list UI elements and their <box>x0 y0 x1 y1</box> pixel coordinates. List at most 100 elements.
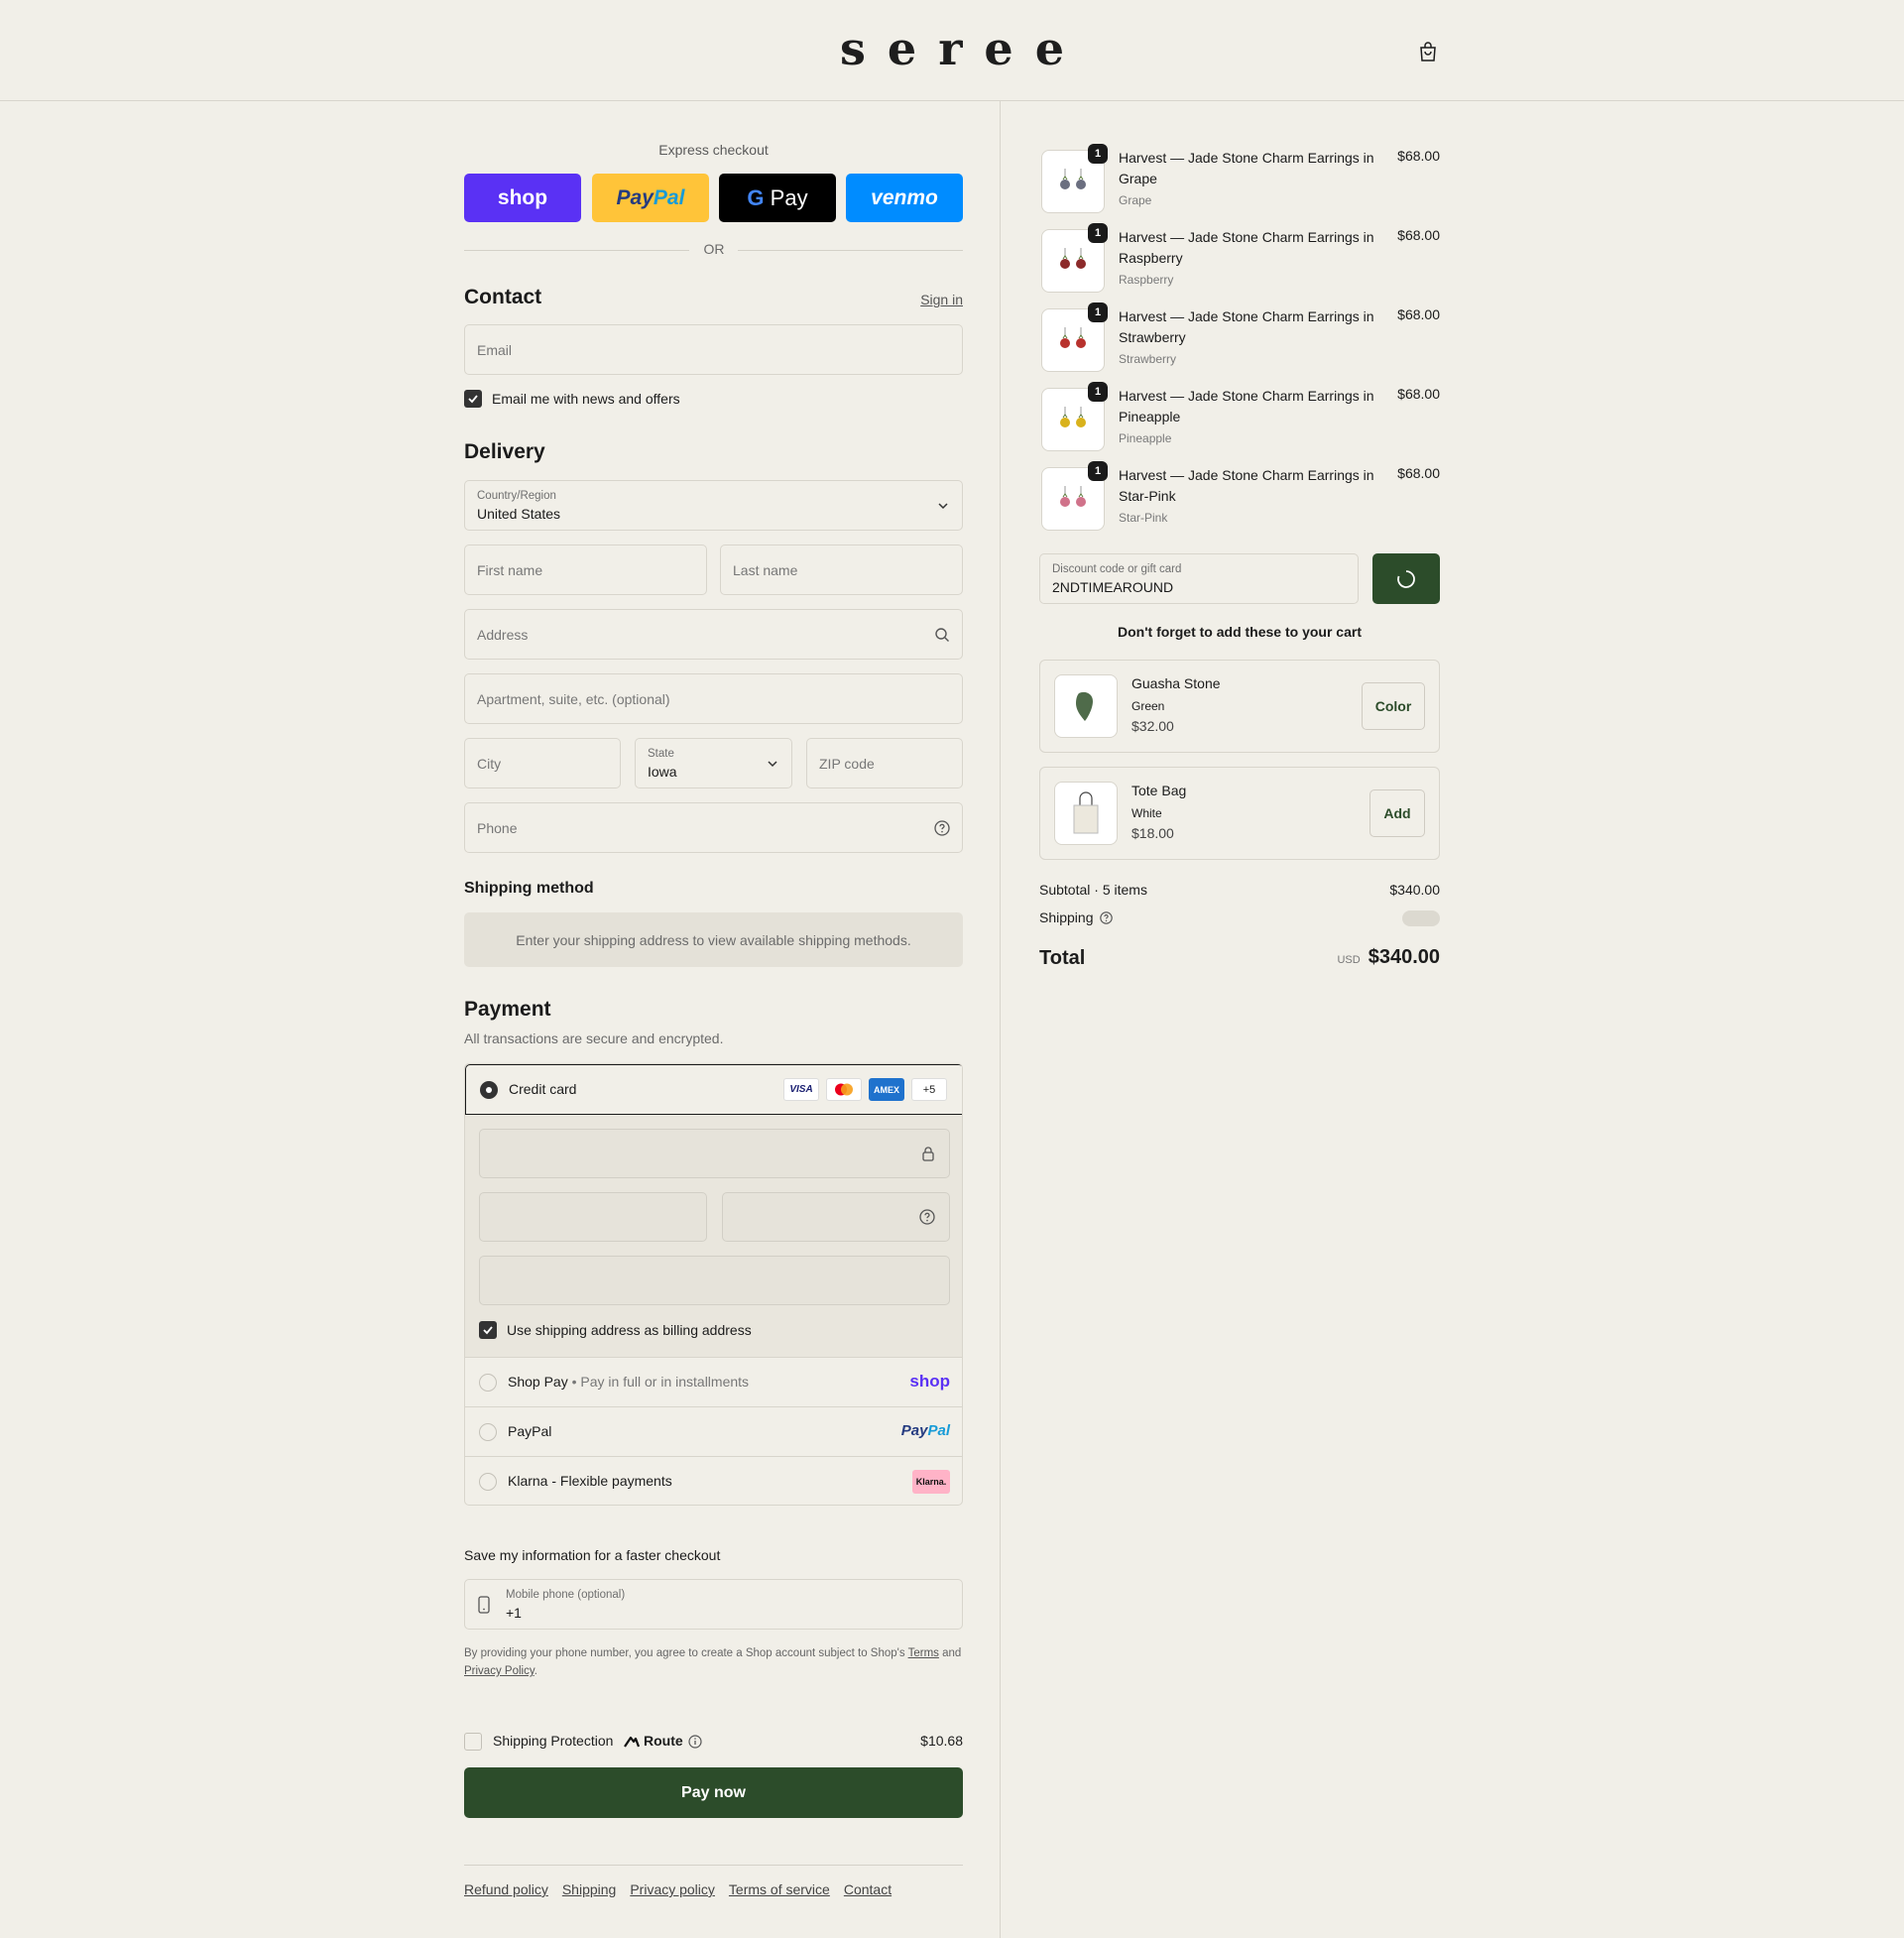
security-code-field[interactable] <box>722 1192 950 1242</box>
contact-heading: Contact <box>464 286 542 308</box>
email-field[interactable]: Email <box>464 324 963 375</box>
upsell-heading: Don't forget to add these to your cart <box>1117 624 1362 640</box>
more-cards-badge: +5 <box>911 1078 947 1101</box>
name-on-card-field[interactable] <box>479 1256 950 1305</box>
or-label: OR <box>703 241 725 257</box>
upsell-add-button[interactable]: Add <box>1369 789 1425 837</box>
shipping-link[interactable]: Shipping <box>562 1881 617 1897</box>
chevron-down-icon <box>938 503 948 510</box>
cart-item-title: Harvest — Jade Stone Charm Earrings in R… <box>1119 229 1374 266</box>
paypal-option[interactable]: PayPal PayPal <box>465 1406 962 1456</box>
store-logo[interactable]: seree <box>0 22 1904 75</box>
payment-heading: Payment <box>464 998 551 1021</box>
credit-card-radio[interactable] <box>480 1081 498 1099</box>
klarna-radio[interactable] <box>479 1473 497 1491</box>
shop-pay-radio[interactable] <box>479 1374 497 1392</box>
shipping-row-label: Shipping <box>1039 909 1113 925</box>
sign-in-link[interactable]: Sign in <box>920 292 963 307</box>
shipping-protection-row[interactable]: Shipping Protection Route $10.68 <box>464 1731 963 1753</box>
apartment-field[interactable]: Apartment, suite, etc. (optional) <box>464 673 963 724</box>
shop-pay-text: Shop Pay • Pay in full or in installment… <box>508 1374 750 1390</box>
google-pay-express-button[interactable]: G Pay <box>719 174 836 222</box>
payment-methods: Credit card VISA AMEX +5 Use shipping ad <box>464 1063 963 1506</box>
express-checkout-label: Express checkout <box>658 142 769 158</box>
cart-item-price: $68.00 <box>1397 227 1440 243</box>
help-icon[interactable] <box>919 1209 935 1225</box>
first-name-field[interactable]: First name <box>464 545 707 595</box>
apartment-placeholder: Apartment, suite, etc. (optional) <box>477 691 670 707</box>
checkmark-icon <box>483 1326 493 1335</box>
contact-link[interactable]: Contact <box>844 1881 892 1897</box>
or-divider-left <box>464 250 689 251</box>
shop-pay-logo: shop <box>497 185 548 209</box>
subtotal-label: Subtotal · 5 items <box>1039 882 1147 898</box>
currency-code: USD <box>1337 954 1361 966</box>
cart-item: 1 Harvest — Jade Stone Charm Earrings in … <box>1039 382 1440 451</box>
country-select[interactable]: Country/Region United States <box>464 480 963 531</box>
cart-item-variant: Grape <box>1119 193 1152 207</box>
city-field[interactable]: City <box>464 738 621 788</box>
upsell-name: Tote Bag <box>1131 783 1187 798</box>
search-icon <box>935 628 949 642</box>
newsletter-checkbox-row[interactable]: Email me with news and offers <box>464 390 680 408</box>
total-amount: USD $340.00 <box>1337 946 1440 969</box>
save-info-legal: By providing your phone number, you agre… <box>464 1644 963 1680</box>
paypal-express-button[interactable]: PayPal <box>592 174 709 222</box>
privacy-policy-link[interactable]: Privacy Policy <box>464 1665 535 1677</box>
total-value: $340.00 <box>1368 946 1440 968</box>
paypal-radio[interactable] <box>479 1423 497 1441</box>
column-divider <box>1000 101 1001 1938</box>
address-placeholder: Address <box>477 627 529 643</box>
terms-link[interactable]: Terms <box>908 1647 939 1659</box>
venmo-express-button[interactable]: venmo <box>846 174 963 222</box>
loading-spinner-icon <box>1397 569 1415 588</box>
quantity-badge: 1 <box>1088 223 1108 243</box>
google-pay-logo: G Pay <box>747 184 808 210</box>
card-number-field[interactable] <box>479 1129 950 1178</box>
last-name-field[interactable]: Last name <box>720 545 963 595</box>
discount-code-field[interactable]: Discount code or gift card 2NDTIMEAROUND <box>1039 553 1359 604</box>
lock-icon <box>922 1147 934 1161</box>
state-select[interactable]: State Iowa <box>635 738 792 788</box>
apply-discount-button[interactable] <box>1372 553 1440 604</box>
shopping-bag-icon[interactable] <box>1416 40 1440 63</box>
help-icon[interactable] <box>1099 910 1113 924</box>
state-value: Iowa <box>648 764 677 780</box>
klarna-option[interactable]: Klarna - Flexible payments Klarna. <box>465 1456 962 1505</box>
billing-same-row[interactable]: Use shipping address as billing address <box>479 1321 752 1339</box>
legal-period: . <box>534 1665 537 1677</box>
expiry-field[interactable] <box>479 1192 707 1242</box>
upsell-price: $32.00 <box>1131 718 1174 734</box>
quantity-badge: 1 <box>1088 144 1108 164</box>
country-value: United States <box>477 506 561 522</box>
mobile-phone-field[interactable]: Mobile phone (optional) +1 <box>464 1579 963 1630</box>
address-field[interactable]: Address <box>464 609 963 660</box>
shop-pay-option[interactable]: Shop Pay • Pay in full or in installment… <box>465 1357 962 1406</box>
billing-same-checkbox[interactable] <box>479 1321 497 1339</box>
credit-card-option[interactable]: Credit card VISA AMEX +5 <box>465 1064 962 1115</box>
shipping-protection-checkbox[interactable] <box>464 1733 482 1751</box>
cart-item: 1 Harvest — Jade Stone Charm Earrings in … <box>1039 223 1440 293</box>
shop-pay-label: Shop Pay <box>508 1374 568 1390</box>
upsell-card: Tote Bag White $18.00 Add <box>1039 767 1440 860</box>
cart-item-title: Harvest — Jade Stone Charm Earrings in S… <box>1119 308 1374 345</box>
pay-now-button[interactable]: Pay now <box>464 1767 963 1818</box>
legal-text: By providing your phone number, you agre… <box>464 1647 905 1659</box>
upsell-color-button[interactable]: Color <box>1362 682 1425 730</box>
mobile-phone-label: Mobile phone (optional) <box>506 1589 626 1601</box>
last-name-placeholder: Last name <box>733 562 798 578</box>
info-icon[interactable] <box>688 1735 702 1749</box>
cart-item-variant: Raspberry <box>1119 273 1174 287</box>
refund-policy-link[interactable]: Refund policy <box>464 1881 548 1897</box>
privacy-policy-footer-link[interactable]: Privacy policy <box>630 1881 715 1897</box>
help-icon[interactable] <box>934 820 950 836</box>
billing-same-label: Use shipping address as billing address <box>507 1322 752 1338</box>
phone-field[interactable]: Phone <box>464 802 963 853</box>
zip-field[interactable]: ZIP code <box>806 738 963 788</box>
shop-pay-express-button[interactable]: shop <box>464 174 581 222</box>
newsletter-checkbox[interactable] <box>464 390 482 408</box>
cart-item-price: $68.00 <box>1397 465 1440 481</box>
terms-of-service-link[interactable]: Terms of service <box>729 1881 830 1897</box>
discount-label: Discount code or gift card <box>1052 563 1182 575</box>
shipping-method-heading: Shipping method <box>464 880 594 897</box>
